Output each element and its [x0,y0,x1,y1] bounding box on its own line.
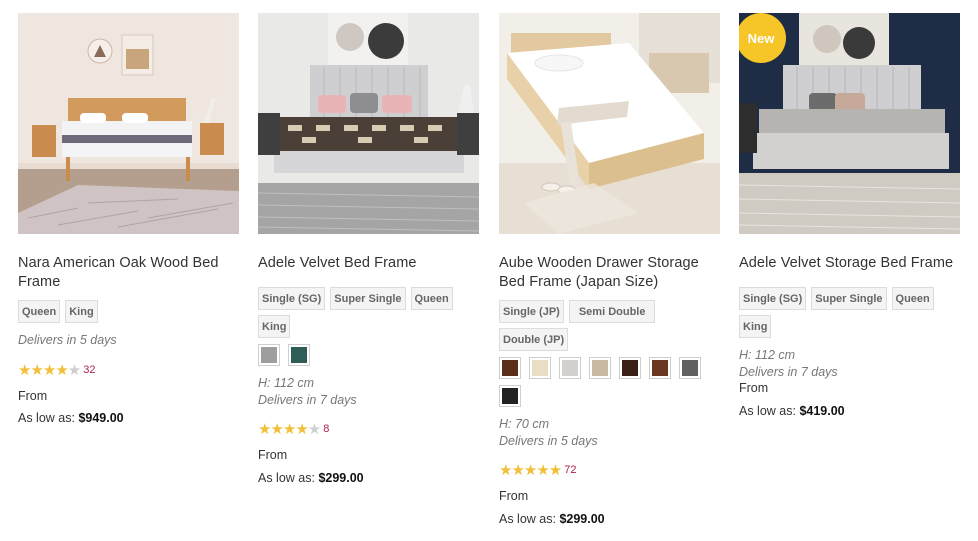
star-rating-icon: ★★★★★ [499,462,562,479]
product-card[interactable]: New Adele Velvet Storage Bed Frame Singl… [739,13,960,418]
price-line: As low as: $949.00 [18,411,239,425]
from-label: From [739,381,769,395]
size-chip[interactable]: King [739,315,772,338]
color-swatch[interactable] [589,357,611,379]
review-count[interactable]: 32 [83,364,95,376]
review-count[interactable]: 72 [564,464,576,476]
size-chip[interactable]: Single (SG) [739,287,807,310]
price-prefix: As low as: [18,411,75,425]
from-label: From [18,389,48,403]
product-image[interactable] [18,13,239,234]
size-chip[interactable]: Super Single [811,287,887,310]
delivery-info: Delivers in 5 days [18,333,117,347]
price: $419.00 [799,404,845,418]
price: $949.00 [78,411,124,425]
rating[interactable]: ★★★★★ 72 [499,461,720,479]
product-title[interactable]: Nara American Oak Wood Bed Frame [18,254,239,292]
color-swatches [499,357,720,407]
color-swatch[interactable] [619,357,641,379]
size-chip[interactable]: Queen [18,300,61,323]
size-options: Queen King [18,300,239,323]
product-title[interactable]: Aube Wooden Drawer Storage Bed Frame (Ja… [499,254,720,292]
rating[interactable]: ★★★★★ 8 [258,420,479,438]
price-prefix: As low as: [739,404,796,418]
size-chip[interactable]: Single (JP) [499,300,564,323]
price-line: As low as: $299.00 [499,512,720,526]
from-label: From [499,489,529,503]
color-swatch[interactable] [679,357,701,379]
from-label: From [258,448,288,462]
price-line: As low as: $419.00 [739,404,960,418]
size-chip[interactable]: King [258,315,291,338]
price: $299.00 [559,512,605,526]
size-options: Single (SG) Super Single Queen King [739,287,960,338]
product-card[interactable]: Adele Velvet Bed Frame Single (SG) Super… [258,13,479,485]
star-rating-icon: ★★★★★ [18,362,81,379]
product-card[interactable]: Aube Wooden Drawer Storage Bed Frame (Ja… [499,13,720,526]
size-chip[interactable]: Queen [410,287,453,310]
product-title[interactable]: Adele Velvet Bed Frame [258,254,479,273]
size-chip[interactable]: Single (SG) [258,287,326,310]
star-rating-icon: ★★★★★ [258,421,321,438]
color-swatch[interactable] [288,344,310,366]
size-chip[interactable]: Queen [891,287,934,310]
color-swatch[interactable] [559,357,581,379]
color-swatches [258,344,479,366]
color-swatch[interactable] [258,344,280,366]
product-title[interactable]: Adele Velvet Storage Bed Frame [739,254,960,273]
price-prefix: As low as: [258,471,315,485]
delivery-info: Delivers in 7 days [739,365,838,379]
height-info: H: 112 cm [739,348,796,362]
review-count[interactable]: 8 [323,423,329,435]
delivery-info: Delivers in 7 days [258,393,357,407]
height-info: H: 70 cm [499,417,550,431]
height-info: H: 112 cm [258,376,315,390]
price: $299.00 [318,471,364,485]
product-card[interactable]: Nara American Oak Wood Bed Frame Queen K… [18,13,239,425]
product-image[interactable]: New [739,13,960,234]
product-image[interactable] [258,13,479,234]
size-chip[interactable]: Double (JP) [499,328,569,351]
color-swatch[interactable] [649,357,671,379]
delivery-info: Delivers in 5 days [499,434,598,448]
color-swatch[interactable] [499,357,521,379]
size-chip[interactable]: Super Single [330,287,406,310]
color-swatch[interactable] [499,385,521,407]
color-swatch[interactable] [529,357,551,379]
size-options: Single (JP) Semi Double Double (JP) [499,300,720,351]
price-line: As low as: $299.00 [258,471,479,485]
price-prefix: As low as: [499,512,556,526]
rating[interactable]: ★★★★★ 32 [18,361,239,379]
product-image[interactable] [499,13,720,234]
size-chip[interactable]: King [65,300,98,323]
size-chip[interactable]: Semi Double [568,300,656,323]
size-options: Single (SG) Super Single Queen King [258,287,479,338]
